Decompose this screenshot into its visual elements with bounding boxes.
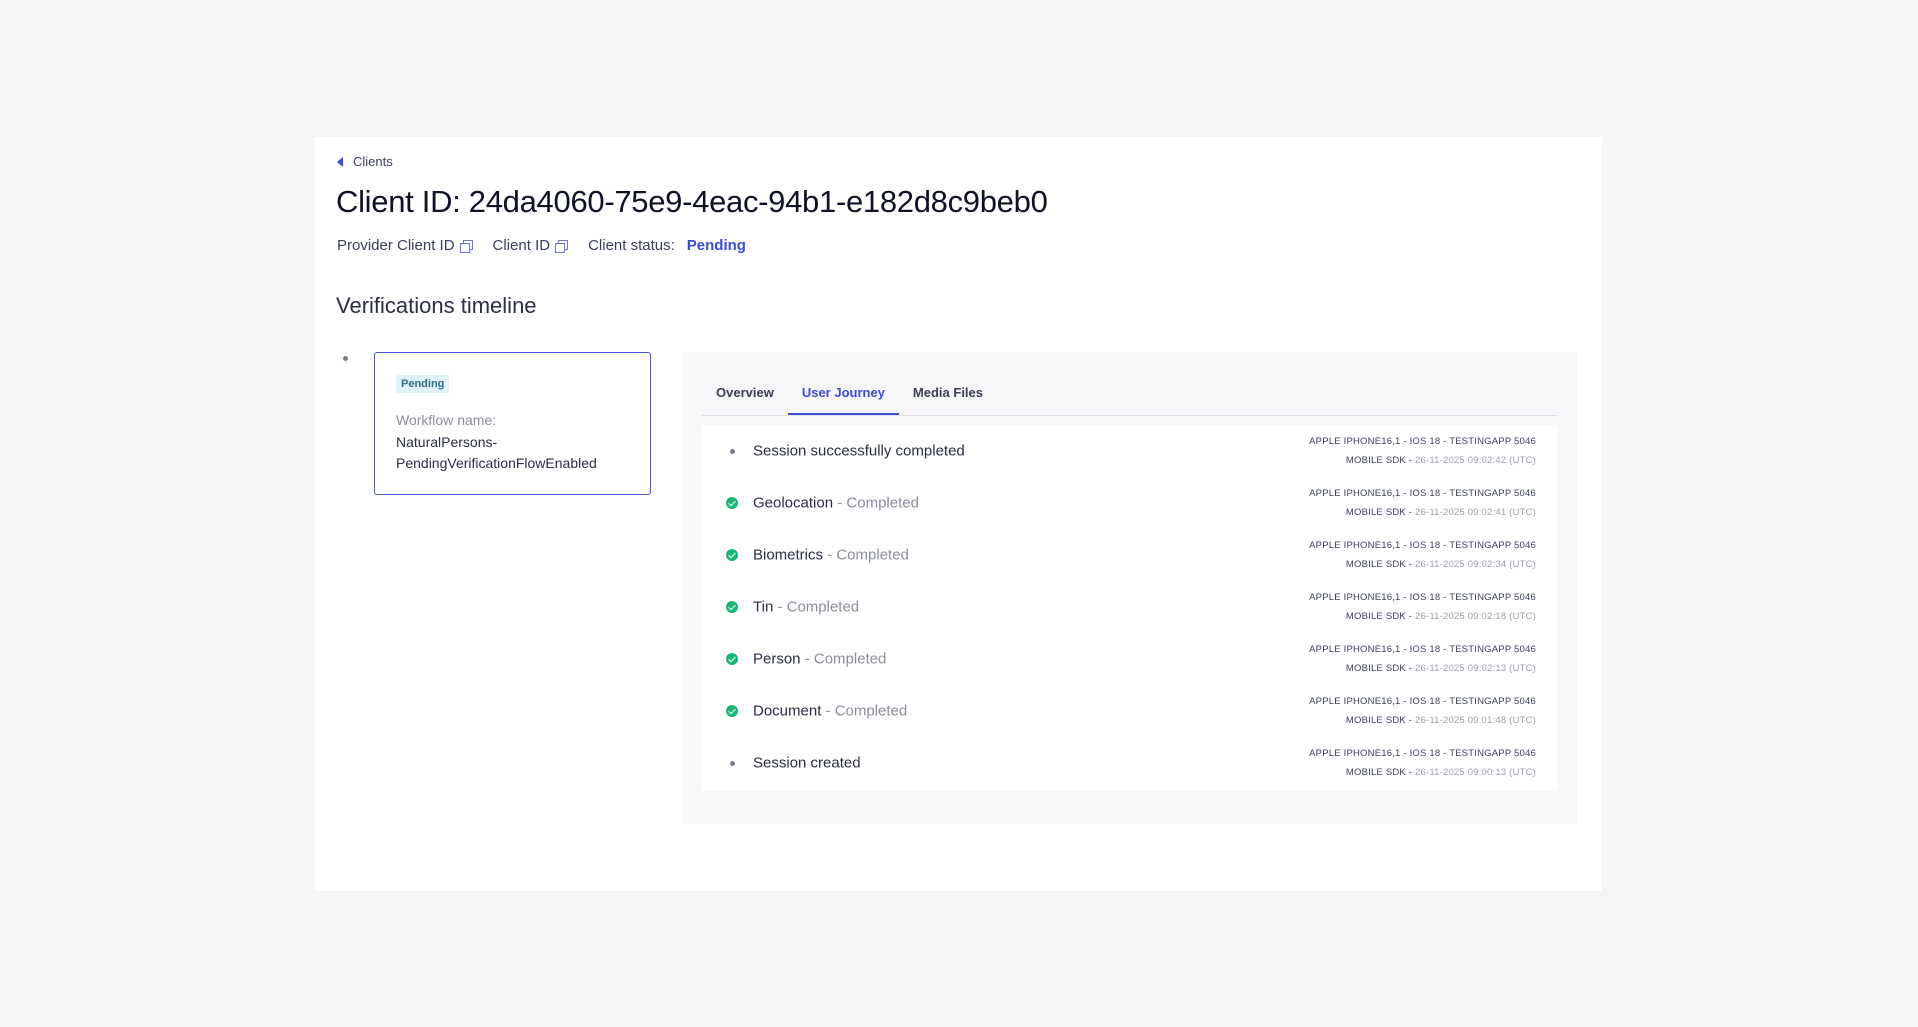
client-id: Client ID [492,237,569,254]
page-title: Client ID: 24da4060-75e9-4eac-94b1-e182d… [336,184,1048,219]
step-title: Biometrics - Completed [753,547,909,564]
step-info: APPLE IPHONE16,1 - IOS 18 - TESTINGAPP 5… [1309,588,1536,626]
list-item: Tin - Completed APPLE IPHONE16,1 - IOS 1… [702,581,1557,633]
list-item: Biometrics - Completed APPLE IPHONE16,1 … [702,529,1557,581]
device-info: APPLE IPHONE16,1 - IOS 18 - TESTINGAPP 5… [1309,644,1536,655]
sdk-label: MOBILE SDK - [1345,559,1415,570]
step-name: Biometrics [753,546,824,564]
step-title: Document - Completed [753,703,907,720]
status-badge: Pending [396,375,450,393]
timestamp: 26-11-2025 09:02:18 (UTC) [1415,611,1536,622]
step-info: APPLE IPHONE16,1 - IOS 18 - TESTINGAPP 5… [1309,744,1536,782]
client-status-value: Pending [686,237,746,254]
tab-user-journey[interactable]: User Journey [787,378,899,415]
device-info: APPLE IPHONE16,1 - IOS 18 - TESTINGAPP 5… [1309,488,1536,499]
back-to-clients-link[interactable]: Clients [337,154,393,169]
device-info: APPLE IPHONE16,1 - IOS 18 - TESTINGAPP 5… [1309,592,1536,603]
workflow-name-value: NaturalPersons-PendingVerificationFlowEn… [396,434,597,471]
device-info: APPLE IPHONE16,1 - IOS 18 - TESTINGAPP 5… [1309,696,1536,707]
tab-overview[interactable]: Overview [702,378,788,414]
check-circle-icon [726,705,738,717]
list-item: Session created APPLE IPHONE16,1 - IOS 1… [702,737,1557,789]
device-info: APPLE IPHONE16,1 - IOS 18 - TESTINGAPP 5… [1309,540,1536,551]
step-state: - Completed [823,546,909,564]
step-name: Document [753,702,822,720]
step-name: Session created [753,754,861,772]
bullet-icon [726,757,738,769]
step-title: Session successfully completed [753,443,965,460]
chevron-left-icon [337,156,343,167]
list-item: Person - Completed APPLE IPHONE16,1 - IO… [702,633,1557,685]
list-item: Document - Completed APPLE IPHONE16,1 - … [702,685,1557,737]
client-detail-card: Clients Client ID: 24da4060-75e9-4eac-94… [315,137,1602,891]
step-info: APPLE IPHONE16,1 - IOS 18 - TESTINGAPP 5… [1309,432,1536,470]
step-state: - Completed [833,494,919,512]
copy-icon[interactable] [459,239,473,253]
step-title: Geolocation - Completed [753,495,919,512]
workflow-name-label: Workflow name: [396,412,497,428]
bullet-icon [726,445,738,457]
copy-icon[interactable] [555,239,569,253]
step-name: Person [753,650,801,668]
step-info: APPLE IPHONE16,1 - IOS 18 - TESTINGAPP 5… [1309,640,1536,678]
check-circle-icon [726,549,738,561]
client-status-label: Client status: [588,237,675,254]
sdk-label: MOBILE SDK - [1345,507,1415,518]
step-title: Tin - Completed [753,599,859,616]
timestamp: 26-11-2025 09:02:13 (UTC) [1415,663,1536,674]
step-name: Session successfully completed [753,442,965,460]
step-name: Tin [753,598,774,616]
list-item: Geolocation - Completed APPLE IPHONE16,1… [702,477,1557,529]
step-info: APPLE IPHONE16,1 - IOS 18 - TESTINGAPP 5… [1309,484,1536,522]
workflow-card[interactable]: Pending Workflow name: NaturalPersons-Pe… [374,352,651,495]
check-circle-icon [726,653,738,665]
verification-detail-panel: Overview User Journey Media Files Sessio… [682,352,1577,824]
tab-media-files[interactable]: Media Files [899,378,997,414]
step-title: Session created [753,755,861,772]
step-title: Person - Completed [753,651,886,668]
sdk-label: MOBILE SDK - [1345,663,1415,674]
user-journey-list: Session successfully completed APPLE IPH… [702,425,1557,791]
client-status: Client status: Pending [588,237,746,254]
timestamp: 26-11-2025 09:02:41 (UTC) [1415,507,1536,518]
check-circle-icon [726,497,738,509]
client-meta-row: Provider Client ID Client ID Client stat… [337,237,767,254]
sdk-label: MOBILE SDK - [1345,455,1415,466]
timestamp: 26-11-2025 09:01:48 (UTC) [1415,715,1536,726]
tab-bar: Overview User Journey Media Files [702,378,1557,416]
step-state: - Completed [821,702,908,720]
device-info: APPLE IPHONE16,1 - IOS 18 - TESTINGAPP 5… [1309,436,1536,447]
step-state: - Completed [800,650,887,668]
device-info: APPLE IPHONE16,1 - IOS 18 - TESTINGAPP 5… [1309,748,1536,759]
sdk-label: MOBILE SDK - [1345,611,1415,622]
provider-client-id: Provider Client ID [337,237,473,254]
section-title: Verifications timeline [336,293,537,318]
timestamp: 26-11-2025 09:02:42 (UTC) [1415,455,1536,466]
step-info: APPLE IPHONE16,1 - IOS 18 - TESTINGAPP 5… [1309,692,1536,730]
step-name: Geolocation [753,494,834,512]
step-info: APPLE IPHONE16,1 - IOS 18 - TESTINGAPP 5… [1309,536,1536,574]
sdk-label: MOBILE SDK - [1345,715,1415,726]
check-circle-icon [726,601,738,613]
provider-client-id-label: Provider Client ID [337,237,455,254]
timestamp: 26-11-2025 09:00:13 (UTC) [1415,767,1536,778]
sdk-label: MOBILE SDK - [1345,767,1415,778]
back-link-label: Clients [353,154,393,169]
timeline-dot-icon [343,356,348,361]
list-item: Session successfully completed APPLE IPH… [702,425,1557,477]
client-id-label: Client ID [492,237,551,254]
step-state: - Completed [773,598,860,616]
timestamp: 26-11-2025 09:02:34 (UTC) [1415,559,1536,570]
